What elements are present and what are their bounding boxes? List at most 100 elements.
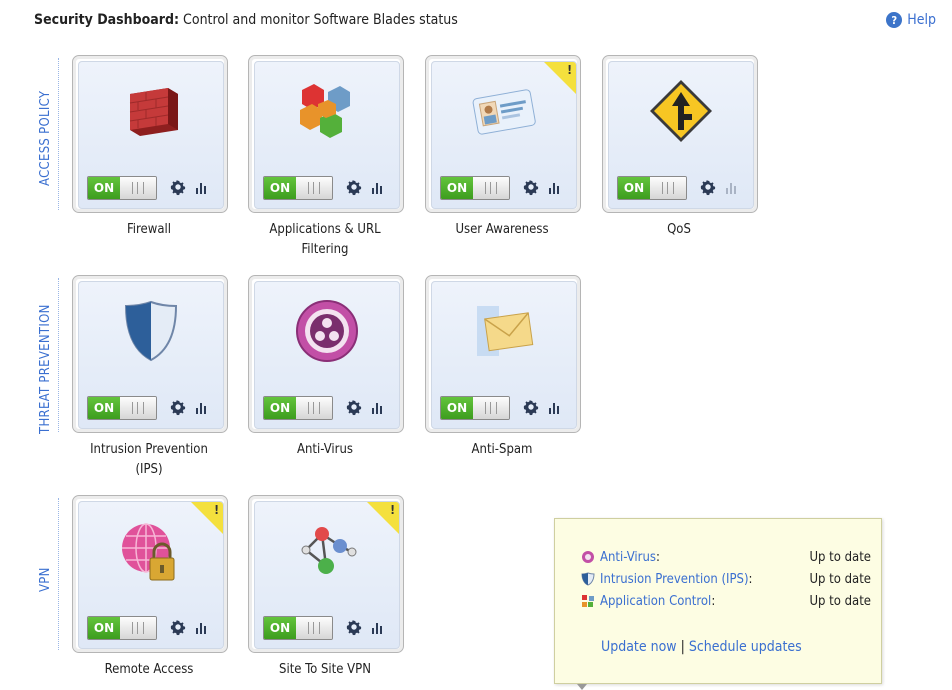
blade-label-anti-spam: Anti-Spam: [471, 442, 533, 457]
blade-user-awareness[interactable]: ! ON: [425, 55, 581, 213]
blade-intrusion-prevention[interactable]: ON: [72, 275, 228, 433]
blade-toggle[interactable]: ON: [263, 176, 333, 200]
blade-toggle[interactable]: ON: [617, 176, 687, 200]
page-title-bold: Security Dashboard:: [34, 12, 180, 28]
envelope-icon: [477, 306, 534, 356]
question-circle-icon: ?: [886, 12, 903, 28]
tooltip-row-application-control: Application Control: Up to date: [581, 591, 871, 611]
toggle-on-label: ON: [88, 617, 120, 639]
blade-toggle[interactable]: ON: [440, 176, 510, 200]
blade-label-qos: QoS: [667, 222, 691, 237]
blade-toggle[interactable]: ON: [87, 616, 157, 640]
id-card-icon: [472, 89, 536, 135]
tooltip-colon: :: [655, 549, 660, 565]
warning-icon: !: [390, 503, 395, 517]
grip-icon: [132, 402, 144, 414]
blade-label-remote-access: Remote Access: [104, 662, 194, 677]
grip-icon: [308, 622, 320, 634]
separator: |: [680, 639, 685, 655]
page-title-subtitle: Control and monitor Software Blades stat…: [179, 12, 458, 28]
blade-label-line2: (IPS): [135, 462, 163, 477]
gear-icon[interactable]: [699, 178, 717, 196]
grip-icon: [308, 402, 320, 414]
anti-virus-link[interactable]: Anti-Virus: [600, 550, 656, 565]
blade-toggle[interactable]: ON: [263, 396, 333, 420]
blade-toggle[interactable]: ON: [440, 396, 510, 420]
blade-panel: ! ON: [254, 501, 400, 649]
blade-applications-url-filtering[interactable]: ON: [248, 55, 404, 213]
toggle-knob: [650, 177, 686, 199]
bar-chart-icon[interactable]: [725, 180, 739, 194]
blade-controls: ON: [609, 174, 753, 208]
application-control-link[interactable]: Application Control: [600, 594, 711, 609]
schedule-updates-link[interactable]: Schedule updates: [689, 639, 802, 655]
cubes-icon: [582, 595, 594, 607]
tooltip-colon: :: [748, 571, 753, 587]
tooltip-row-ips: Intrusion Prevention (IPS): Up to date: [581, 569, 871, 589]
blade-qos[interactable]: ON: [602, 55, 758, 213]
blade-controls: ON: [79, 174, 223, 208]
vpn-divider: [58, 498, 59, 650]
blade-panel: ON: [254, 61, 400, 209]
grip-icon: [308, 182, 320, 194]
bar-chart-icon[interactable]: [548, 180, 562, 194]
blade-panel: ON: [254, 281, 400, 429]
blade-label-line2: Filtering: [301, 242, 349, 257]
globe-lock-icon: [122, 523, 175, 581]
toggle-knob: [473, 177, 509, 199]
blade-controls: ON: [79, 394, 223, 428]
toggle-knob: [296, 397, 332, 419]
blade-toggle[interactable]: ON: [87, 396, 157, 420]
tooltip-caret: [577, 684, 587, 690]
biohazard-icon: [296, 300, 358, 362]
blade-controls: ON: [255, 614, 399, 648]
gear-icon[interactable]: [345, 398, 363, 416]
update-now-link[interactable]: Update now: [601, 639, 677, 655]
blade-controls: ON: [255, 174, 399, 208]
blade-toggle[interactable]: ON: [263, 616, 333, 640]
blade-firewall[interactable]: ON: [72, 55, 228, 213]
toggle-knob: [473, 397, 509, 419]
blade-panel: ON: [608, 61, 754, 209]
grip-icon: [662, 182, 674, 194]
warning-icon: !: [567, 63, 572, 77]
toggle-knob: [120, 397, 156, 419]
gear-icon[interactable]: [522, 178, 540, 196]
gear-icon[interactable]: [169, 178, 187, 196]
tooltip-actions: Update now | Schedule updates: [601, 639, 802, 655]
gear-icon[interactable]: [169, 398, 187, 416]
blade-controls: ON: [255, 394, 399, 428]
update-status-tooltip: Anti-Virus: Up to date Intrusion Prevent…: [554, 518, 882, 690]
ips-link[interactable]: Intrusion Prevention (IPS): [600, 572, 749, 587]
blade-toggle[interactable]: ON: [87, 176, 157, 200]
bar-chart-icon[interactable]: [195, 620, 209, 634]
road-sign-icon: [650, 80, 712, 142]
blade-label-applications-url: Applications & URL Filtering: [245, 220, 405, 260]
shield-icon: [124, 300, 178, 362]
blade-panel: ON: [78, 61, 224, 209]
bar-chart-icon[interactable]: [371, 400, 385, 414]
bar-chart-icon[interactable]: [195, 400, 209, 414]
gear-icon[interactable]: [345, 618, 363, 636]
blade-label-anti-virus: Anti-Virus: [297, 442, 353, 457]
warning-icon: !: [214, 503, 219, 517]
blade-label-line1: Applications & URL: [269, 222, 381, 237]
blade-anti-virus[interactable]: ON: [248, 275, 404, 433]
blade-anti-spam[interactable]: ON: [425, 275, 581, 433]
bar-chart-icon[interactable]: [548, 400, 562, 414]
help-link[interactable]: ? Help: [886, 12, 936, 28]
bar-chart-icon[interactable]: [371, 620, 385, 634]
blade-remote-access[interactable]: ! ON: [72, 495, 228, 653]
bar-chart-icon[interactable]: [195, 180, 209, 194]
brick-wall-icon: [129, 88, 178, 136]
grip-icon: [132, 622, 144, 634]
gear-icon[interactable]: [522, 398, 540, 416]
blade-controls: ON: [432, 174, 576, 208]
gear-icon[interactable]: [169, 618, 187, 636]
section-label-access-policy: ACCESS POLICY: [38, 90, 53, 186]
bar-chart-icon[interactable]: [371, 180, 385, 194]
gear-icon[interactable]: [345, 178, 363, 196]
threat-prevention-divider: [58, 278, 59, 432]
tooltip-status: Up to date: [809, 571, 871, 587]
blade-site-to-site-vpn[interactable]: ! ON: [248, 495, 404, 653]
